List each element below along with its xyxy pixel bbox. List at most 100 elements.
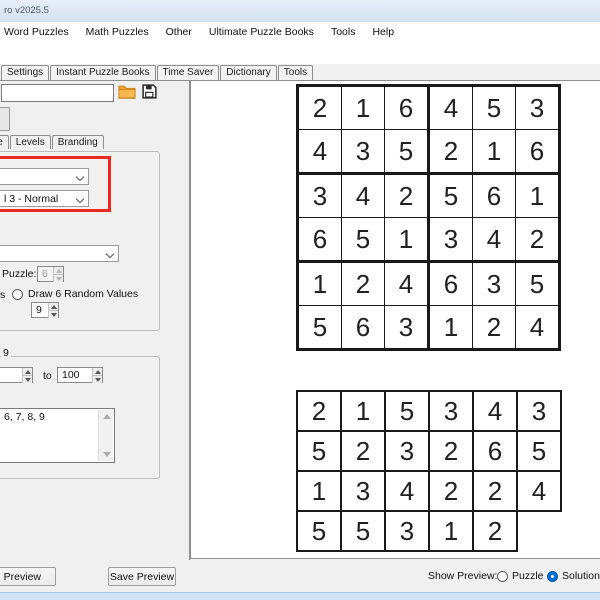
grid-cell: 3 xyxy=(385,306,429,350)
grid-cell: 2 xyxy=(473,471,517,511)
grid-cell: 2 xyxy=(473,511,517,551)
menu-ultimate-puzzle-books[interactable]: Ultimate Puzzle Books xyxy=(209,26,314,38)
spinner-arrows[interactable] xyxy=(92,368,102,382)
grid-cell: 5 xyxy=(297,431,341,471)
menu-bar: Word Puzzles Math Puzzles Other Ultimate… xyxy=(0,22,600,42)
range-to-spinner[interactable]: 100 xyxy=(57,367,103,383)
window-title: ro v2025.5 xyxy=(4,5,49,16)
annotation-rectangle xyxy=(0,156,111,212)
values-textbox[interactable]: 6, 7, 8, 9 xyxy=(0,408,115,463)
grid-cell: 6 xyxy=(298,218,342,262)
tab-branding[interactable]: Branding xyxy=(52,135,104,149)
grid-cell: 5 xyxy=(342,218,385,262)
radio-solution[interactable] xyxy=(547,571,558,582)
spinner-arrows[interactable] xyxy=(48,303,58,317)
tab-tools[interactable]: Tools xyxy=(278,65,313,80)
menu-word-puzzles[interactable]: Word Puzzles xyxy=(4,26,69,38)
grid-cell: 2 xyxy=(342,262,385,306)
tab-dictionary[interactable]: Dictionary xyxy=(220,65,276,80)
grid-cell: 3 xyxy=(385,431,429,471)
save-icon xyxy=(141,83,158,103)
radio-puzzle-label[interactable]: Puzzle xyxy=(512,570,544,582)
draw-count-spinner[interactable]: 9 xyxy=(31,302,59,318)
draw-random-radio[interactable] xyxy=(12,289,23,300)
grid-cell: 3 xyxy=(298,174,342,218)
file-name-input[interactable] xyxy=(1,84,114,102)
grid-cell: 5 xyxy=(517,431,561,471)
grid-cell: 5 xyxy=(341,511,385,551)
radio-partial-label: s xyxy=(0,289,5,301)
grid-cell: 1 xyxy=(429,306,473,350)
grid-cell: 4 xyxy=(516,306,560,350)
tab-settings[interactable]: Settings xyxy=(1,65,49,80)
grid-cell: 1 xyxy=(385,218,429,262)
generation-dropdown[interactable] xyxy=(0,245,119,262)
toolbar: ick and Place (Licensed) Puzzle Initiali… xyxy=(0,42,600,64)
grid-cell: 1 xyxy=(429,511,473,551)
tab-style-partial[interactable]: le xyxy=(0,135,9,149)
grid-cell: 4 xyxy=(385,471,429,511)
scroll-down-icon[interactable] xyxy=(103,452,111,457)
grid-cell: 3 xyxy=(517,391,561,431)
grid-cell: 5 xyxy=(429,174,473,218)
tab-levels[interactable]: Levels xyxy=(10,135,51,149)
partial-toolbar-button[interactable] xyxy=(0,107,10,131)
grid-cell: 2 xyxy=(429,431,473,471)
range-to-value: 100 xyxy=(62,369,80,381)
grid-cell: 2 xyxy=(341,431,385,471)
per-puzzle-value: 6 xyxy=(42,268,48,280)
grid-cell: 6 xyxy=(516,130,560,174)
solution-grid: 216453435216342561651342124635563124 xyxy=(296,84,561,351)
grid-cell: 5 xyxy=(385,130,429,174)
grid-cell: 2 xyxy=(298,86,342,130)
grid-cell: 6 xyxy=(429,262,473,306)
main-tab-row: Settings Instant Puzzle Books Time Saver… xyxy=(0,64,600,81)
draw-count-value: 9 xyxy=(36,304,42,316)
grid-cell: 1 xyxy=(342,86,385,130)
sidebar-sub-tabs: le Levels Branding xyxy=(0,135,105,149)
grid-cell: 3 xyxy=(342,130,385,174)
open-folder-button[interactable] xyxy=(117,83,137,103)
grid-cell: 4 xyxy=(473,391,517,431)
menu-tools[interactable]: Tools xyxy=(331,26,356,38)
radio-puzzle[interactable] xyxy=(497,571,508,582)
scroll-up-icon[interactable] xyxy=(103,414,111,419)
grid-cell: 1 xyxy=(297,471,341,511)
menu-help[interactable]: Help xyxy=(372,26,394,38)
per-puzzle-spinner: 6 xyxy=(37,266,64,282)
range-from-spinner[interactable] xyxy=(0,367,33,383)
preview-button-label: Preview xyxy=(4,571,41,583)
grid-cell: 1 xyxy=(298,262,342,306)
grid-cell: 1 xyxy=(341,391,385,431)
spinner-arrows[interactable] xyxy=(22,368,32,382)
grid-cell: 4 xyxy=(298,130,342,174)
grid-cell: 2 xyxy=(429,130,473,174)
grid-cell: 2 xyxy=(385,174,429,218)
save-preview-button[interactable]: Save Preview xyxy=(108,567,176,586)
preview-button[interactable]: Preview xyxy=(0,567,56,586)
grid-cell: 3 xyxy=(385,511,429,551)
draw-random-label: Draw 6 Random Values xyxy=(28,288,138,300)
spinner-arrows xyxy=(53,267,63,281)
menu-math-puzzles[interactable]: Math Puzzles xyxy=(86,26,149,38)
show-preview-label: Show Preview: xyxy=(428,570,497,582)
grid-cell: 2 xyxy=(473,306,516,350)
per-puzzle-label: Puzzle: xyxy=(2,268,36,280)
textbox-scrollbar[interactable] xyxy=(98,410,113,461)
grid-cell: 4 xyxy=(342,174,385,218)
save-button[interactable] xyxy=(139,83,159,103)
taskbar-strip xyxy=(0,592,600,600)
tab-instant-puzzle-books[interactable]: Instant Puzzle Books xyxy=(50,65,155,80)
grid-cell: 3 xyxy=(429,391,473,431)
tab-time-saver[interactable]: Time Saver xyxy=(157,65,220,80)
grid-cell: 5 xyxy=(473,86,516,130)
to-label: to xyxy=(43,370,52,382)
grid-cell: 6 xyxy=(385,86,429,130)
grid-cell: 3 xyxy=(516,86,560,130)
menu-other[interactable]: Other xyxy=(166,26,192,38)
grid-cell: 2 xyxy=(516,218,560,262)
grid-cell: 3 xyxy=(429,218,473,262)
radio-solution-label[interactable]: Solution xyxy=(562,570,600,582)
grid-cell: 4 xyxy=(473,218,516,262)
grid-cell: 6 xyxy=(473,174,516,218)
